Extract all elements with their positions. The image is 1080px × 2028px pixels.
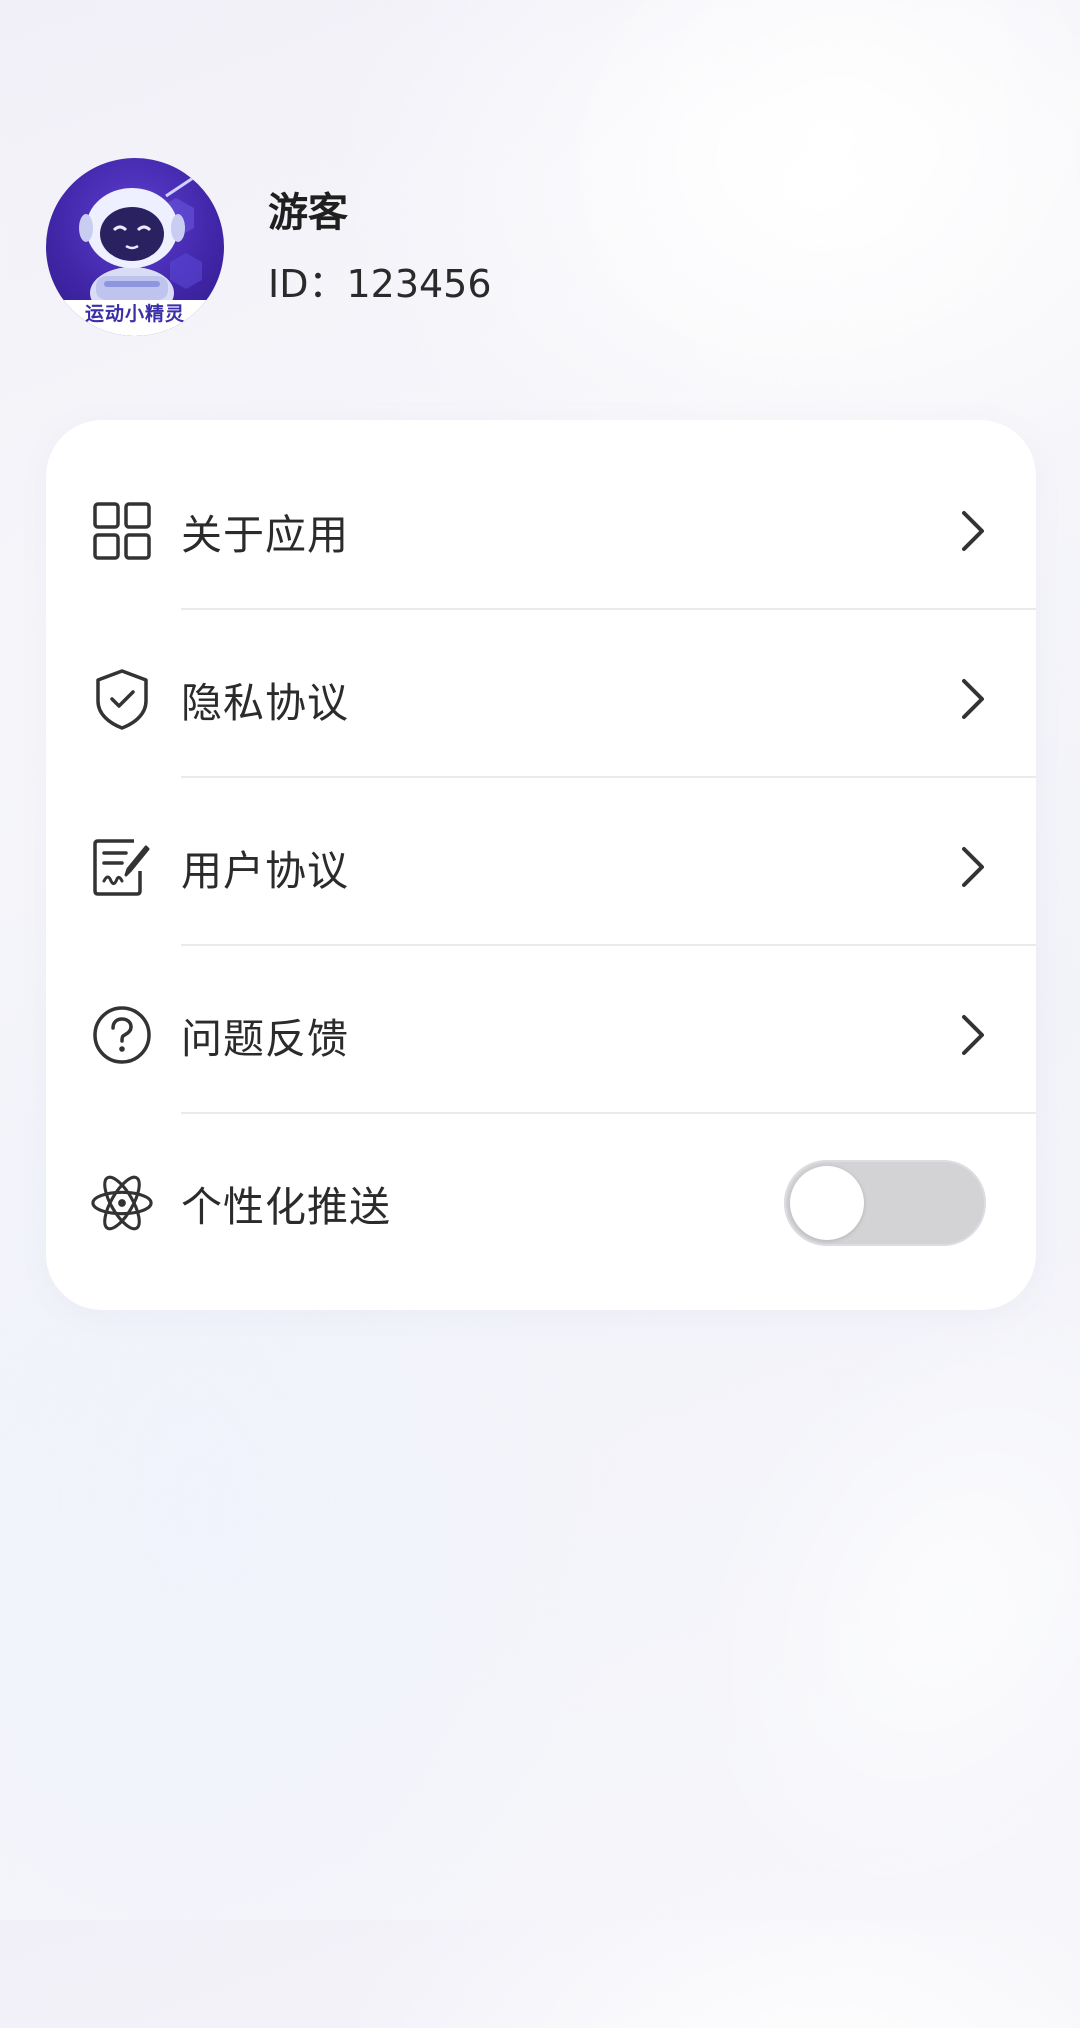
chevron-right-icon	[956, 507, 990, 555]
divider	[181, 944, 1036, 946]
settings-menu-card: 关于应用 隐私协议 用户协议 问题反馈 个性化推送	[46, 420, 1036, 1310]
menu-item-label: 个性化推送	[181, 1183, 391, 1231]
divider	[181, 776, 1036, 778]
menu-item-user-agreement[interactable]: 用户协议	[46, 783, 1036, 951]
divider	[181, 608, 1036, 610]
shield-check-icon	[90, 667, 154, 731]
menu-item-label: 隐私协议	[181, 679, 349, 727]
user-info: 游客 ID：123456	[268, 185, 492, 309]
atom-icon	[90, 1171, 154, 1235]
profile-header: 运动小精灵 游客 ID：123456	[46, 158, 492, 336]
menu-item-label: 问题反馈	[181, 1015, 349, 1063]
menu-item-feedback[interactable]: 问题反馈	[46, 951, 1036, 1119]
menu-item-push: 个性化推送	[46, 1119, 1036, 1287]
chevron-right-icon	[956, 675, 990, 723]
user-name: 游客	[268, 190, 348, 236]
grid-icon	[90, 499, 154, 563]
menu-item-privacy[interactable]: 隐私协议	[46, 615, 1036, 783]
chevron-right-icon	[956, 843, 990, 891]
avatar-caption: 运动小精灵	[46, 300, 224, 336]
document-edit-icon	[90, 835, 154, 899]
menu-item-about[interactable]: 关于应用	[46, 447, 1036, 615]
menu-item-label: 关于应用	[181, 511, 349, 559]
avatar[interactable]: 运动小精灵	[46, 158, 224, 336]
divider	[181, 1112, 1036, 1114]
question-circle-icon	[90, 1003, 154, 1067]
user-id: ID：123456	[268, 262, 492, 306]
menu-item-label: 用户协议	[181, 847, 349, 895]
toggle-knob	[790, 1166, 864, 1240]
push-toggle[interactable]	[784, 1160, 986, 1246]
chevron-right-icon	[956, 1011, 990, 1059]
